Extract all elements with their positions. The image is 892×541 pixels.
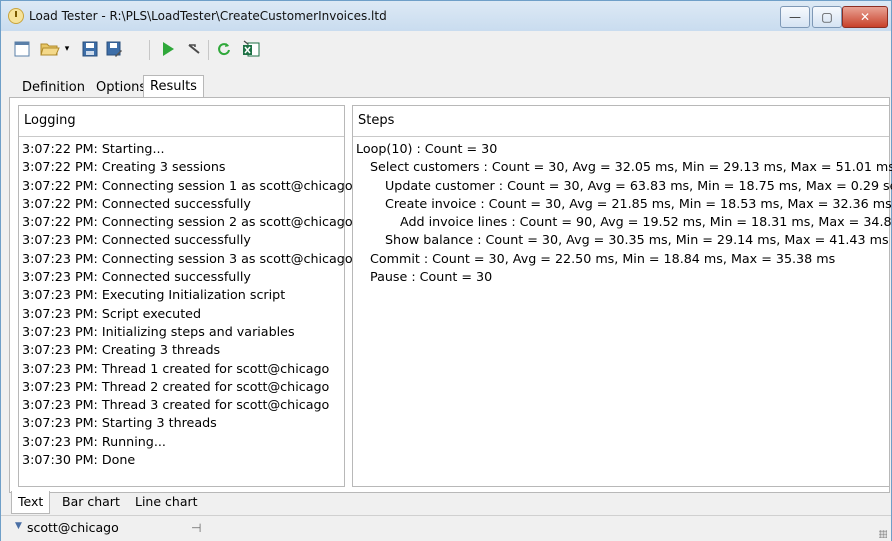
log-line: 3:07:23 PM: Thread 2 created for scott@c… — [22, 378, 330, 394]
log-line: 3:07:23 PM: Executing Initialization scr… — [22, 287, 286, 303]
expand-arrow-icon[interactable]: ▼ — [15, 521, 22, 531]
tab-line-chart[interactable]: Line chart — [129, 491, 204, 513]
log-line: 3:07:23 PM: Connected successfully — [22, 232, 251, 248]
tab-results[interactable]: Results — [143, 75, 204, 98]
log-line: 3:07:30 PM: Done — [22, 452, 136, 468]
log-line: 3:07:23 PM: Script executed — [22, 305, 202, 321]
export-excel-button[interactable] — [241, 39, 261, 59]
save-button[interactable] — [81, 39, 99, 59]
refresh-icon — [218, 43, 230, 56]
maximize-icon: ▢ — [821, 10, 833, 24]
window-title: Load Tester - R:\PLS\LoadTester\CreateCu… — [29, 9, 387, 23]
tab-definition[interactable]: Definition — [15, 77, 92, 99]
log-line: 3:07:22 PM: Connecting session 2 as scot… — [22, 214, 353, 230]
log-line: 3:07:23 PM: Connecting session 3 as scot… — [22, 250, 353, 266]
save-as-button[interactable] — [105, 39, 123, 59]
log-line: 3:07:23 PM: Connected successfully — [22, 269, 251, 285]
step-node[interactable]: Commit : Count = 30, Avg = 22.50 ms, Min… — [356, 250, 889, 268]
connection-user[interactable]: scott@chicago — [27, 520, 119, 535]
tab-text[interactable]: Text — [11, 491, 51, 514]
steps-header: Steps — [353, 106, 889, 137]
title-bar[interactable]: Load Tester - R:\PLS\LoadTester\CreateCu… — [1, 1, 891, 31]
toolbar-separator — [149, 40, 150, 60]
toolbar: ▾ — [1, 31, 891, 73]
view-tabs: Text Bar chart Line chart — [11, 491, 889, 514]
tab-bar-chart[interactable]: Bar chart — [56, 491, 126, 513]
new-button[interactable] — [13, 39, 31, 59]
log-line: 3:07:23 PM: Thread 3 created for scott@c… — [22, 397, 330, 413]
maximize-button[interactable]: ▢ — [812, 6, 842, 28]
step-node[interactable]: Select customers : Count = 30, Avg = 32.… — [356, 158, 892, 176]
resize-grip-icon[interactable] — [879, 530, 887, 538]
run-button[interactable] — [159, 39, 177, 59]
excel-icon — [243, 40, 260, 57]
results-panel: Logging 3:07:22 PM: Starting... 3:07:22 P… — [9, 97, 892, 493]
step-node[interactable]: Show balance : Count = 30, Avg = 30.35 m… — [356, 231, 889, 249]
open-dropdown-button[interactable]: ▾ — [63, 39, 71, 59]
step-node[interactable]: Update customer : Count = 30, Avg = 63.8… — [356, 177, 892, 195]
run-icon — [163, 42, 174, 56]
log-line: 3:07:23 PM: Running... — [22, 433, 166, 449]
refresh-button[interactable] — [215, 39, 233, 59]
open-icon — [40, 43, 60, 56]
new-icon — [14, 41, 30, 57]
log-line: 3:07:22 PM: Connecting session 1 as scot… — [22, 177, 353, 193]
steps-panel[interactable]: Steps Loop(10) : Count = 30 Select custom… — [352, 105, 892, 487]
step-node[interactable]: Add invoice lines : Count = 90, Avg = 19… — [356, 213, 892, 231]
save-as-icon — [106, 41, 122, 57]
log-line: 3:07:22 PM: Connected successfully — [22, 195, 251, 211]
log-line: 3:07:23 PM: Initializing steps and varia… — [22, 323, 295, 339]
app-window: Load Tester - R:\PLS\LoadTester\CreateCu… — [0, 0, 892, 541]
save-icon — [82, 41, 98, 57]
open-button[interactable] — [39, 39, 61, 59]
logging-header: Logging — [19, 106, 344, 137]
step-node[interactable]: Pause : Count = 30 — [356, 268, 889, 286]
logging-list: 3:07:22 PM: Starting... 3:07:22 PM: Creat… — [22, 140, 353, 469]
step-node[interactable]: Create invoice : Count = 30, Avg = 21.85… — [356, 195, 892, 213]
log-line: 3:07:22 PM: Creating 3 sessions — [22, 159, 226, 175]
logging-panel[interactable]: Logging 3:07:22 PM: Starting... 3:07:22 P… — [18, 105, 353, 487]
log-line: 3:07:22 PM: Starting... — [22, 141, 165, 156]
log-line: 3:07:23 PM: Creating 3 threads — [22, 342, 221, 358]
close-button[interactable]: ✕ — [842, 6, 888, 28]
log-line: 3:07:23 PM: Thread 1 created for scott@c… — [22, 360, 330, 376]
minimize-button[interactable]: — — [780, 6, 810, 28]
steps-tree: Loop(10) : Count = 30 Select customers : … — [356, 140, 892, 286]
chevron-down-icon: ▾ — [64, 44, 70, 54]
step-node[interactable]: Loop(10) : Count = 30 — [356, 140, 889, 158]
stop-icon — [188, 44, 200, 54]
toolbar-separator — [208, 40, 209, 60]
stopwatch-icon — [8, 8, 24, 24]
log-line: 3:07:23 PM: Starting 3 threads — [22, 415, 217, 431]
status-bar: ▼ scott@chicago ⊣ — [1, 515, 891, 541]
main-tabs: Definition Options Results — [1, 73, 891, 99]
stop-button[interactable] — [185, 39, 203, 59]
close-icon: ✕ — [859, 10, 871, 24]
pin-icon[interactable]: ⊣ — [191, 521, 201, 535]
minimize-icon: — — [789, 10, 801, 24]
